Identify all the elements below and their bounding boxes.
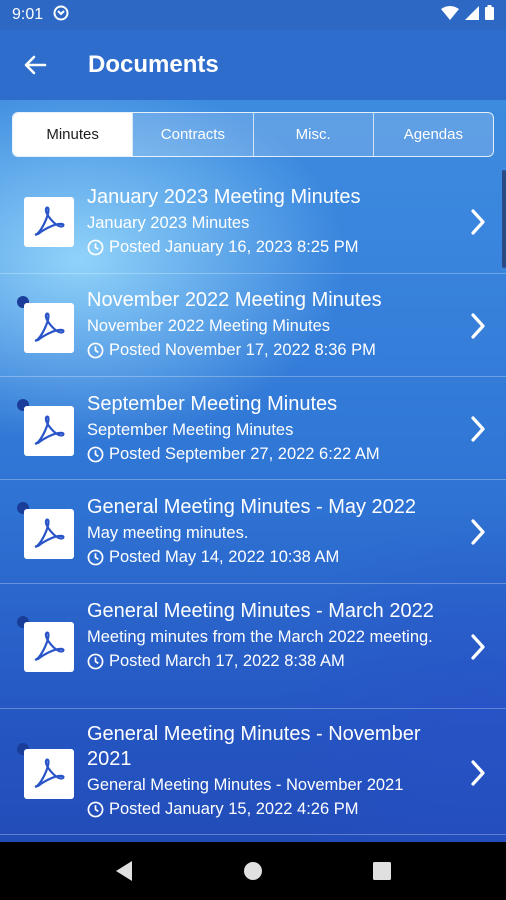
pdf-icon: [24, 622, 74, 672]
circle-home-icon: [243, 862, 262, 880]
chevron-right-icon: [471, 416, 485, 442]
document-subtitle: General Meeting Minutes - November 2021: [87, 776, 404, 794]
clock-icon: [87, 446, 104, 462]
status-icons: [441, 5, 494, 25]
document-title: General Meeting Minutes - March 2022: [87, 600, 434, 622]
document-subtitle: January 2023 Minutes: [87, 214, 250, 232]
tab-agendas[interactable]: Agendas: [372, 113, 493, 156]
system-nav-bar: [0, 842, 506, 900]
screen: 9:01 Documents Minutes Contracts Misc. A…: [0, 0, 506, 900]
clock-icon: [87, 342, 104, 358]
clock-icon: [87, 239, 104, 255]
wifi-icon: [441, 5, 459, 25]
document-title: January 2023 Meeting Minutes: [87, 186, 361, 208]
pdf-icon: [24, 509, 74, 559]
document-row[interactable]: General Meeting Minutes - March 2022 Mee…: [0, 584, 506, 709]
nav-back-button[interactable]: [104, 851, 144, 891]
document-subtitle: September Meeting Minutes: [87, 421, 294, 439]
square-recents-icon: [372, 862, 391, 880]
document-row[interactable]: General Meeting Minutes - May 2022 May m…: [0, 480, 506, 584]
chevron-right-icon: [471, 634, 485, 660]
document-posted: Posted November 17, 2022 8:36 PM: [87, 339, 446, 361]
clock-icon: [87, 653, 104, 669]
document-subtitle: November 2022 Meeting Minutes: [87, 317, 331, 335]
document-row[interactable]: General Meeting Minutes - November 2021 …: [0, 709, 506, 835]
document-row[interactable]: November 2022 Meeting Minutes November 2…: [0, 274, 506, 377]
chevron-right-icon: [471, 519, 485, 545]
document-subtitle: Meeting minutes from the March 2022 meet…: [87, 628, 433, 646]
document-posted: Posted May 14, 2022 10:38 AM: [87, 546, 446, 568]
segmented-tabs: Minutes Contracts Misc. Agendas: [12, 112, 494, 157]
pdf-icon: [24, 406, 74, 456]
back-button[interactable]: [0, 30, 70, 100]
document-posted: Posted September 27, 2022 6:22 AM: [87, 443, 446, 465]
document-title: November 2022 Meeting Minutes: [87, 289, 382, 311]
tab-misc[interactable]: Misc.: [252, 113, 373, 156]
posted-date: Posted January 16, 2023 8:25 PM: [109, 238, 359, 256]
signal-icon: [465, 5, 479, 25]
document-list: January 2023 Meeting Minutes January 202…: [0, 170, 506, 835]
clock-icon: [87, 549, 104, 565]
status-time: 9:01: [12, 6, 44, 23]
page-title: Documents: [88, 51, 219, 78]
chevron-right-icon: [471, 209, 485, 235]
tab-contracts[interactable]: Contracts: [132, 113, 253, 156]
posted-date: Posted May 14, 2022 10:38 AM: [109, 548, 340, 566]
pdf-icon: [24, 197, 74, 247]
posted-date: Posted September 27, 2022 6:22 AM: [109, 445, 380, 463]
document-subtitle: May meeting minutes.: [87, 524, 249, 542]
clock-icon: [87, 801, 104, 817]
document-posted: Posted January 16, 2023 8:25 PM: [87, 236, 446, 258]
battery-icon: [485, 5, 494, 25]
chevron-right-icon: [471, 760, 485, 786]
chevron-right-icon: [471, 313, 485, 339]
tab-minutes[interactable]: Minutes: [13, 113, 133, 156]
status-bar: 9:01: [0, 0, 506, 30]
document-posted: Posted March 17, 2022 8:38 AM: [87, 650, 446, 672]
document-title: September Meeting Minutes: [87, 393, 338, 415]
document-row[interactable]: September Meeting Minutes September Meet…: [0, 377, 506, 480]
document-row[interactable]: January 2023 Meeting Minutes January 202…: [0, 170, 506, 274]
document-title: General Meeting Minutes - May 2022: [87, 496, 417, 518]
sync-icon: [53, 5, 69, 26]
nav-recents-button[interactable]: [362, 851, 402, 891]
pdf-icon: [24, 749, 74, 799]
posted-date: Posted March 17, 2022 8:38 AM: [109, 652, 345, 670]
posted-date: Posted November 17, 2022 8:36 PM: [109, 341, 376, 359]
triangle-back-icon: [116, 861, 133, 881]
scrollbar[interactable]: [502, 170, 506, 268]
posted-date: Posted January 15, 2022 4:26 PM: [109, 800, 359, 818]
nav-home-button[interactable]: [233, 851, 273, 891]
document-posted: Posted January 15, 2022 4:26 PM: [87, 798, 446, 820]
document-title: General Meeting Minutes - November 2021: [87, 723, 421, 770]
back-arrow-icon: [24, 55, 47, 75]
pdf-icon: [24, 303, 74, 353]
app-bar: Documents: [0, 30, 506, 100]
